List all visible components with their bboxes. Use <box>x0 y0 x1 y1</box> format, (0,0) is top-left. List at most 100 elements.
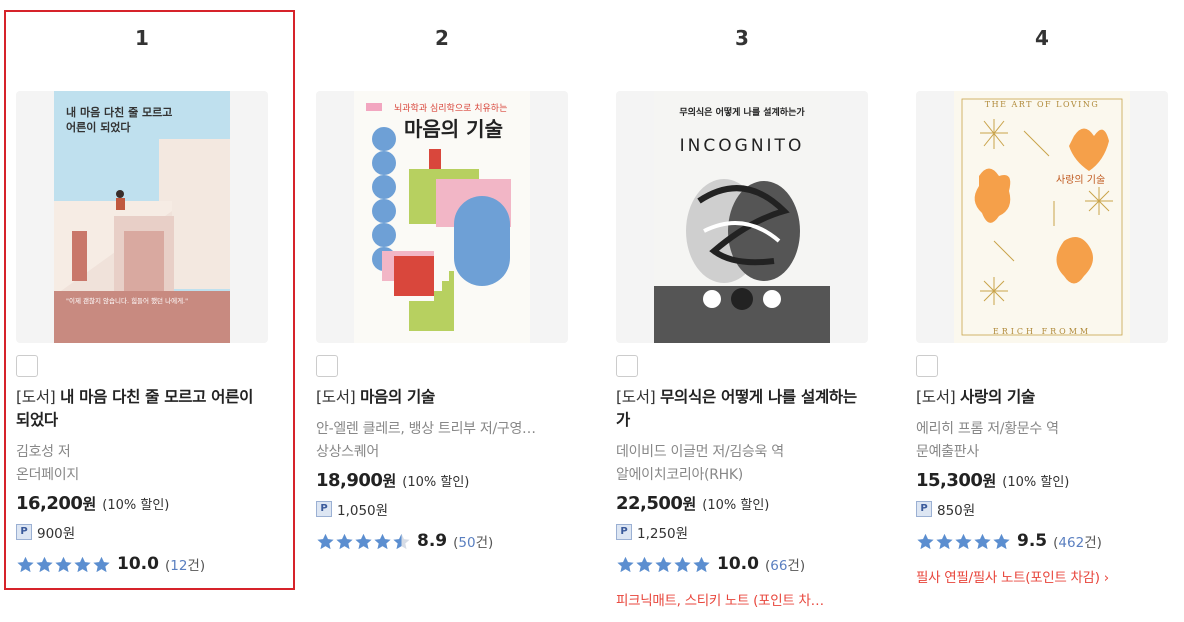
book-cover[interactable]: 내 마음 다친 줄 모르고 어른이 되었다 "이제 괜찮지 않습니다. 힘들어 … <box>16 91 268 343</box>
cover-en-title: INCOGNITO <box>680 136 805 156</box>
book-publisher[interactable]: 문예출판사 <box>916 441 1168 461</box>
cover-title-line2: 어른이 되었다 <box>66 120 131 134</box>
select-checkbox[interactable] <box>16 355 38 377</box>
book-card-3[interactable]: 3 무의식은 어떻게 나를 설계하는가 INCOGNITO [도서] 무의식은 … <box>616 0 868 622</box>
promotion-link[interactable]: 피크닉매트, 스티키 노트 (포인트 차… <box>616 589 868 609</box>
book-points: P 1,250원 <box>616 522 688 542</box>
book-price: 22,500원 (10% 할인) <box>616 493 769 514</box>
review-count-suffix: 건 <box>187 558 200 574</box>
book-cover[interactable]: THE ART OF LOVING ERICH FROMM 사랑의 기술 <box>916 91 1168 343</box>
star-icon <box>393 533 410 549</box>
rank-number: 3 <box>735 26 749 50</box>
category-prefix: [도서] <box>916 388 956 406</box>
star-icon <box>974 533 991 549</box>
rank-number: 4 <box>1035 26 1049 50</box>
book-points: P 1,050원 <box>316 499 388 519</box>
select-checkbox[interactable] <box>616 355 638 377</box>
select-checkbox[interactable] <box>316 355 338 377</box>
star-icon <box>74 556 91 572</box>
title-text[interactable]: 마음의 기술 <box>360 388 435 406</box>
cover-title: 사랑의 기술 <box>1056 174 1105 186</box>
book-title[interactable]: [도서] 사랑의 기술 <box>916 386 1168 409</box>
review-count[interactable]: (12건) <box>165 554 205 574</box>
price-value: 22,500 <box>616 493 683 514</box>
promotion-link[interactable]: 필사 연필/필사 노트(포인트 차감) › <box>916 566 1168 586</box>
review-count-suffix: 건 <box>787 558 800 574</box>
book-publisher[interactable]: 온더페이지 <box>16 464 268 484</box>
star-icon <box>993 533 1010 549</box>
star-rating <box>916 532 1011 551</box>
price-unit: 원 <box>82 495 97 513</box>
rating-score: 9.5 <box>1017 531 1048 551</box>
book-card-1[interactable]: 1 내 마음 다친 줄 모르고 어른이 되었다 "이제 괜찮지 않습니다. 힘들… <box>16 0 268 622</box>
book-author[interactable]: 김호성 저 <box>16 441 268 461</box>
book-price: 18,900원 (10% 할인) <box>316 470 469 491</box>
category-prefix: [도서] <box>616 388 656 406</box>
book-rating[interactable]: 8.9 (50건) <box>316 531 493 551</box>
book-points: P 850원 <box>916 499 975 519</box>
book-publisher[interactable]: 상상스퀘어 <box>316 441 568 461</box>
category-prefix: [도서] <box>316 388 356 406</box>
discount-rate: (10% 할인) <box>402 475 470 490</box>
book-publisher[interactable]: 알에이치코리아(RHK) <box>616 464 868 484</box>
rating-score: 10.0 <box>117 554 159 574</box>
review-count-number: 66 <box>770 558 788 574</box>
review-count[interactable]: (462건) <box>1053 531 1102 551</box>
book-cover[interactable]: 무의식은 어떻게 나를 설계하는가 INCOGNITO <box>616 91 868 343</box>
discount-rate: (10% 할인) <box>1002 475 1070 490</box>
book-rating[interactable]: 10.0 (12건) <box>16 554 205 574</box>
cover-subtitle: 뇌과학과 심리학으로 치유하는 <box>394 102 507 114</box>
title-text[interactable]: 사랑의 기술 <box>960 388 1035 406</box>
book-author[interactable]: 데이비드 이글먼 저/김승욱 역 <box>616 441 868 461</box>
star-icon <box>917 533 934 549</box>
point-value: 1,050원 <box>337 503 389 519</box>
point-value: 900원 <box>37 526 76 542</box>
book-card-4[interactable]: 4 THE ART OF LOVING ERICH FROMM 사랑의 기술 [… <box>916 0 1168 622</box>
cover-title-line1: 내 마음 다친 줄 모르고 <box>66 105 172 119</box>
review-count-number: 50 <box>458 535 476 551</box>
star-icon <box>317 533 334 549</box>
book-title[interactable]: [도서] 무의식은 어떻게 나를 설계하는가 <box>616 386 868 432</box>
book-cover[interactable]: 뇌과학과 심리학으로 치유하는 마음의 기술 <box>316 91 568 343</box>
star-icon <box>693 556 710 572</box>
book-price: 16,200원 (10% 할인) <box>16 493 169 514</box>
review-count-suffix: 건 <box>475 535 489 551</box>
price-unit: 원 <box>982 472 997 490</box>
review-count[interactable]: (66건) <box>765 554 805 574</box>
star-icon <box>93 556 110 572</box>
discount-rate: (10% 할인) <box>102 498 170 513</box>
price-value: 18,900 <box>316 470 383 491</box>
star-icon <box>636 556 653 572</box>
book-author[interactable]: 안-엘렌 클레르, 뱅상 트리부 저/구영… <box>316 418 568 438</box>
cover-en-top: THE ART OF LOVING <box>985 100 1099 109</box>
star-icon <box>955 533 972 549</box>
rank-number: 2 <box>435 26 449 50</box>
select-checkbox[interactable] <box>916 355 938 377</box>
star-icon <box>355 533 372 549</box>
book-author[interactable]: 에리히 프롬 저/황문수 역 <box>916 418 1168 438</box>
book-title[interactable]: [도서] 내 마음 다친 줄 모르고 어른이 되었다 <box>16 386 268 432</box>
cover-quote: "이제 괜찮지 않습니다. 힘들어 했던 나에게." <box>66 296 188 305</box>
star-icon <box>655 556 672 572</box>
book-card-2[interactable]: 2 뇌과학과 심리학으로 치유하는 마음의 기술 [도서] 마음의 기술 안-엘… <box>316 0 568 622</box>
rank-number: 1 <box>135 26 149 50</box>
price-value: 16,200 <box>16 493 83 514</box>
book-title[interactable]: [도서] 마음의 기술 <box>316 386 568 409</box>
star-rating <box>616 555 711 574</box>
star-icon <box>674 556 691 572</box>
price-value: 15,300 <box>916 470 983 491</box>
star-rating <box>16 555 111 574</box>
review-count-number: 12 <box>170 558 188 574</box>
review-count[interactable]: (50건) <box>453 531 493 551</box>
book-rating[interactable]: 10.0 (66건) <box>616 554 805 574</box>
star-icon <box>55 556 72 572</box>
review-count-number: 462 <box>1058 535 1085 551</box>
book-cover-image: THE ART OF LOVING ERICH FROMM 사랑의 기술 <box>954 91 1130 343</box>
book-points: P 900원 <box>16 522 75 542</box>
point-value: 1,250원 <box>637 526 689 542</box>
book-rating[interactable]: 9.5 (462건) <box>916 531 1102 551</box>
cover-title: 무의식은 어떻게 나를 설계하는가 <box>679 106 805 118</box>
book-price: 15,300원 (10% 할인) <box>916 470 1069 491</box>
star-rating <box>316 532 411 551</box>
point-badge-icon: P <box>916 501 932 517</box>
